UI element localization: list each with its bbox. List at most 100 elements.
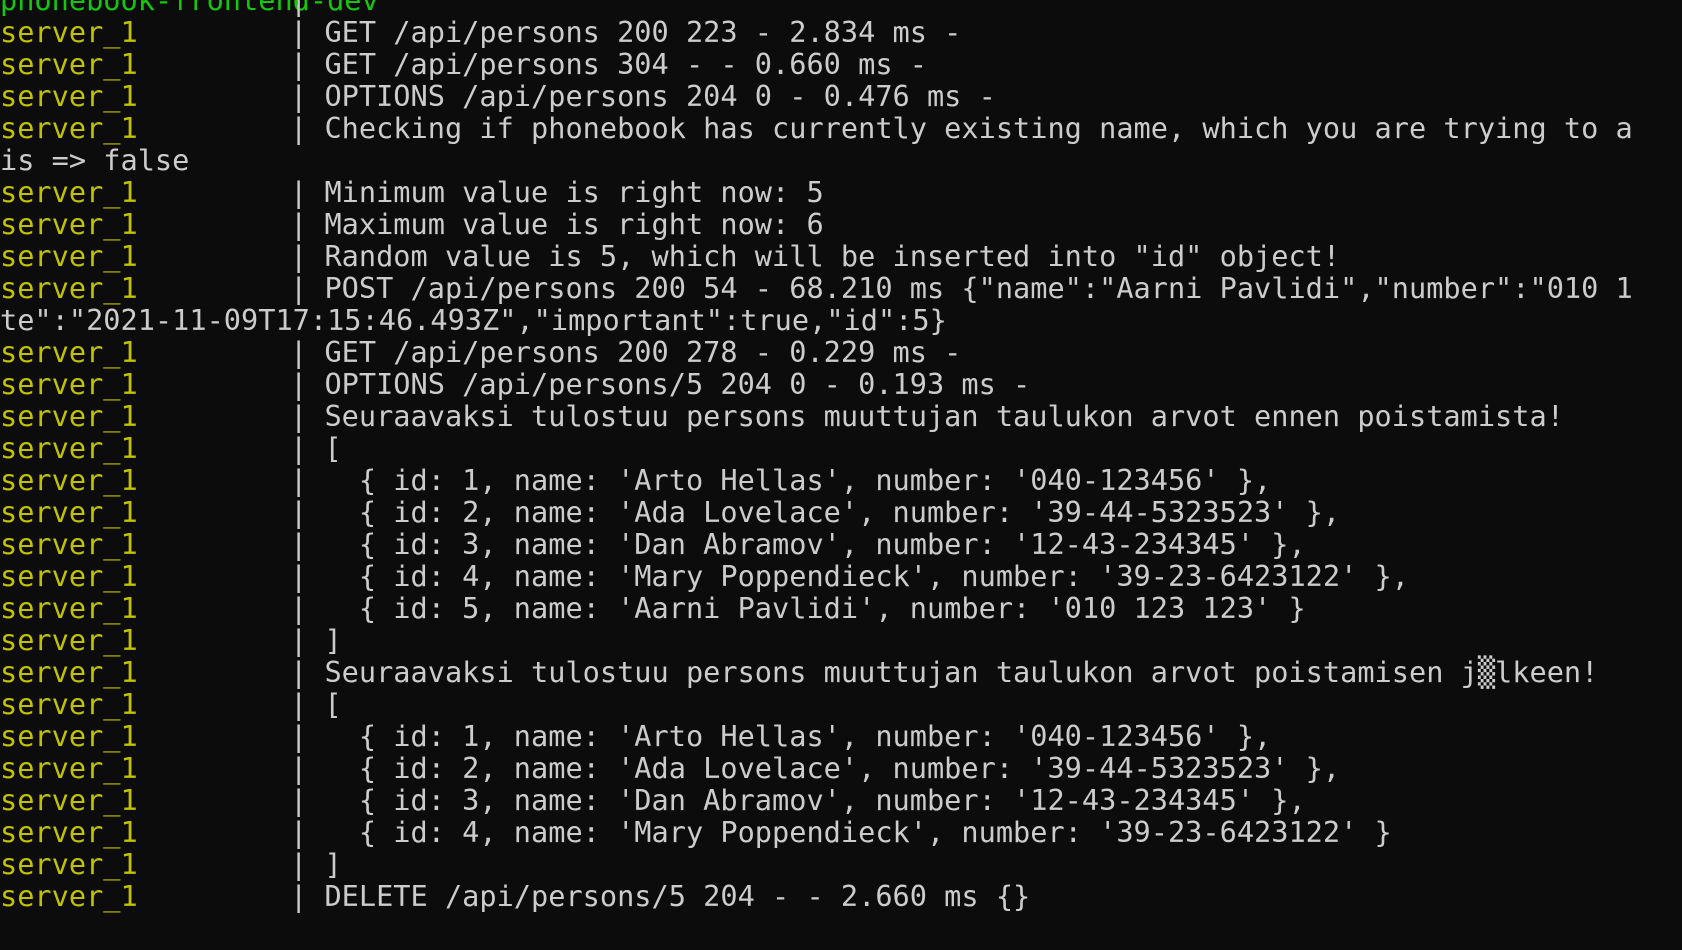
service-name: server_1: [0, 15, 138, 49]
log-message: { id: 5, name: 'Aarni Pavlidi', number: …: [324, 591, 1306, 625]
log-line: server_1 | { id: 1, name: 'Arto Hellas', …: [0, 464, 1682, 496]
service-name: server_1: [0, 815, 138, 849]
log-line: server_1 | OPTIONS /api/persons 204 0 - 0…: [0, 80, 1682, 112]
log-message: [: [324, 687, 342, 721]
log-message: { id: 4, name: 'Mary Poppendieck', numbe…: [324, 559, 1409, 593]
column-separator: |: [290, 751, 308, 785]
column-separator: |: [290, 239, 308, 273]
service-name: server_1: [0, 111, 138, 145]
log-line: server_1 | Random value is 5, which will …: [0, 240, 1682, 272]
log-line: server_1 | { id: 3, name: 'Dan Abramov', …: [0, 528, 1682, 560]
log-line: server_1 | { id: 4, name: 'Mary Poppendie…: [0, 560, 1682, 592]
log-line: server_1 | { id: 2, name: 'Ada Lovelace',…: [0, 496, 1682, 528]
log-message: GET /api/persons 200 278 - 0.229 ms -: [324, 335, 962, 369]
log-message: { id: 3, name: 'Dan Abramov', number: '1…: [324, 527, 1306, 561]
log-continuation: is => false: [0, 143, 190, 177]
log-message: [: [324, 431, 342, 465]
terminal-output[interactable]: phonebook-frontend-dev| server_1 | GET /a…: [0, 0, 1682, 950]
column-separator: |: [290, 15, 308, 49]
column-separator: |: [290, 207, 308, 241]
log-line: server_1 | GET /api/persons 304 - - 0.660…: [0, 48, 1682, 80]
service-name: server_1: [0, 623, 138, 657]
column-separator: |: [290, 175, 308, 209]
log-line: server_1 | { id: 1, name: 'Arto Hellas', …: [0, 720, 1682, 752]
service-name: server_1: [0, 463, 138, 497]
column-separator: |: [290, 783, 308, 817]
log-line: server_1 | DELETE /api/persons/5 204 - - …: [0, 880, 1682, 912]
column-separator: |: [290, 591, 308, 625]
column-separator: |: [290, 655, 308, 689]
service-name: server_1: [0, 239, 138, 273]
log-message: { id: 1, name: 'Arto Hellas', number: '0…: [324, 719, 1272, 753]
log-line: server_1 | Maximum value is right now: 6: [0, 208, 1682, 240]
column-separator: |: [290, 367, 308, 401]
log-message: Seuraavaksi tulostuu persons muuttujan t…: [324, 399, 1564, 433]
log-line: server_1 | Checking if phonebook has curr…: [0, 112, 1682, 144]
column-separator: |: [290, 879, 308, 913]
log-message: Checking if phonebook has currently exis…: [324, 111, 1633, 145]
log-message: Maximum value is right now: 6: [324, 207, 824, 241]
service-name: server_1: [0, 655, 138, 689]
log-message: { id: 4, name: 'Mary Poppendieck', numbe…: [324, 815, 1392, 849]
log-message: OPTIONS /api/persons/5 204 0 - 0.193 ms …: [324, 367, 1031, 401]
log-continuation: te":"2021-11-09T17:15:46.493Z","importan…: [0, 303, 947, 337]
column-separator: |: [290, 527, 308, 561]
column-separator: |: [290, 687, 308, 721]
column-separator: |: [290, 431, 308, 465]
log-line: server_1 | { id: 4, name: 'Mary Poppendie…: [0, 816, 1682, 848]
log-line: server_1 | [: [0, 688, 1682, 720]
column-separator: |: [290, 719, 308, 753]
service-name: server_1: [0, 175, 138, 209]
log-line: is => false: [0, 144, 1682, 176]
log-line: server_1 | GET /api/persons 200 223 - 2.8…: [0, 16, 1682, 48]
column-separator: |: [290, 559, 308, 593]
service-name: phonebook-frontend-dev: [0, 0, 379, 17]
log-line: server_1 | GET /api/persons 200 278 - 0.2…: [0, 336, 1682, 368]
log-line: server_1 | Minimum value is right now: 5: [0, 176, 1682, 208]
column-separator: |: [290, 815, 308, 849]
column-separator: |: [290, 399, 308, 433]
log-message: ]: [324, 847, 342, 881]
service-name: server_1: [0, 719, 138, 753]
log-line: server_1 | [: [0, 432, 1682, 464]
service-name: server_1: [0, 783, 138, 817]
column-separator: |: [290, 79, 308, 113]
service-name: server_1: [0, 79, 138, 113]
log-line: server_1 | Seuraavaksi tulostuu persons m…: [0, 656, 1682, 688]
log-message: OPTIONS /api/persons 204 0 - 0.476 ms -: [324, 79, 996, 113]
service-name: server_1: [0, 207, 138, 241]
log-line: server_1 | { id: 3, name: 'Dan Abramov', …: [0, 784, 1682, 816]
log-message: Seuraavaksi tulostuu persons muuttujan t…: [324, 655, 1599, 689]
log-message: DELETE /api/persons/5 204 - - 2.660 ms {…: [324, 879, 1031, 913]
log-message: ]: [324, 623, 342, 657]
column-separator: |: [290, 495, 308, 529]
column-separator: |: [290, 111, 308, 145]
column-separator: |: [290, 847, 308, 881]
column-separator: |: [290, 335, 308, 369]
log-message: Random value is 5, which will be inserte…: [324, 239, 1341, 273]
log-line: server_1 | POST /api/persons 200 54 - 68.…: [0, 272, 1682, 304]
log-message: { id: 3, name: 'Dan Abramov', number: '1…: [324, 783, 1306, 817]
log-message: { id: 1, name: 'Arto Hellas', number: '0…: [324, 463, 1272, 497]
log-line: server_1 | ]: [0, 624, 1682, 656]
service-name: server_1: [0, 47, 138, 81]
log-line: server_1 | Seuraavaksi tulostuu persons m…: [0, 400, 1682, 432]
service-name: server_1: [0, 591, 138, 625]
log-message: GET /api/persons 200 223 - 2.834 ms -: [324, 15, 962, 49]
service-name: server_1: [0, 367, 138, 401]
service-name: server_1: [0, 559, 138, 593]
service-name: server_1: [0, 847, 138, 881]
log-line: phonebook-frontend-dev|: [0, 0, 1682, 16]
log-line: server_1 | OPTIONS /api/persons/5 204 0 -…: [0, 368, 1682, 400]
service-name: server_1: [0, 399, 138, 433]
log-message: Minimum value is right now: 5: [324, 175, 824, 209]
service-name: server_1: [0, 687, 138, 721]
log-line: server_1 | { id: 5, name: 'Aarni Pavlidi'…: [0, 592, 1682, 624]
column-separator: |: [290, 463, 308, 497]
service-name: server_1: [0, 271, 138, 305]
log-message: GET /api/persons 304 - - 0.660 ms -: [324, 47, 927, 81]
log-line: te":"2021-11-09T17:15:46.493Z","importan…: [0, 304, 1682, 336]
service-name: server_1: [0, 879, 138, 913]
log-line: server_1 | ]: [0, 848, 1682, 880]
service-name: server_1: [0, 431, 138, 465]
